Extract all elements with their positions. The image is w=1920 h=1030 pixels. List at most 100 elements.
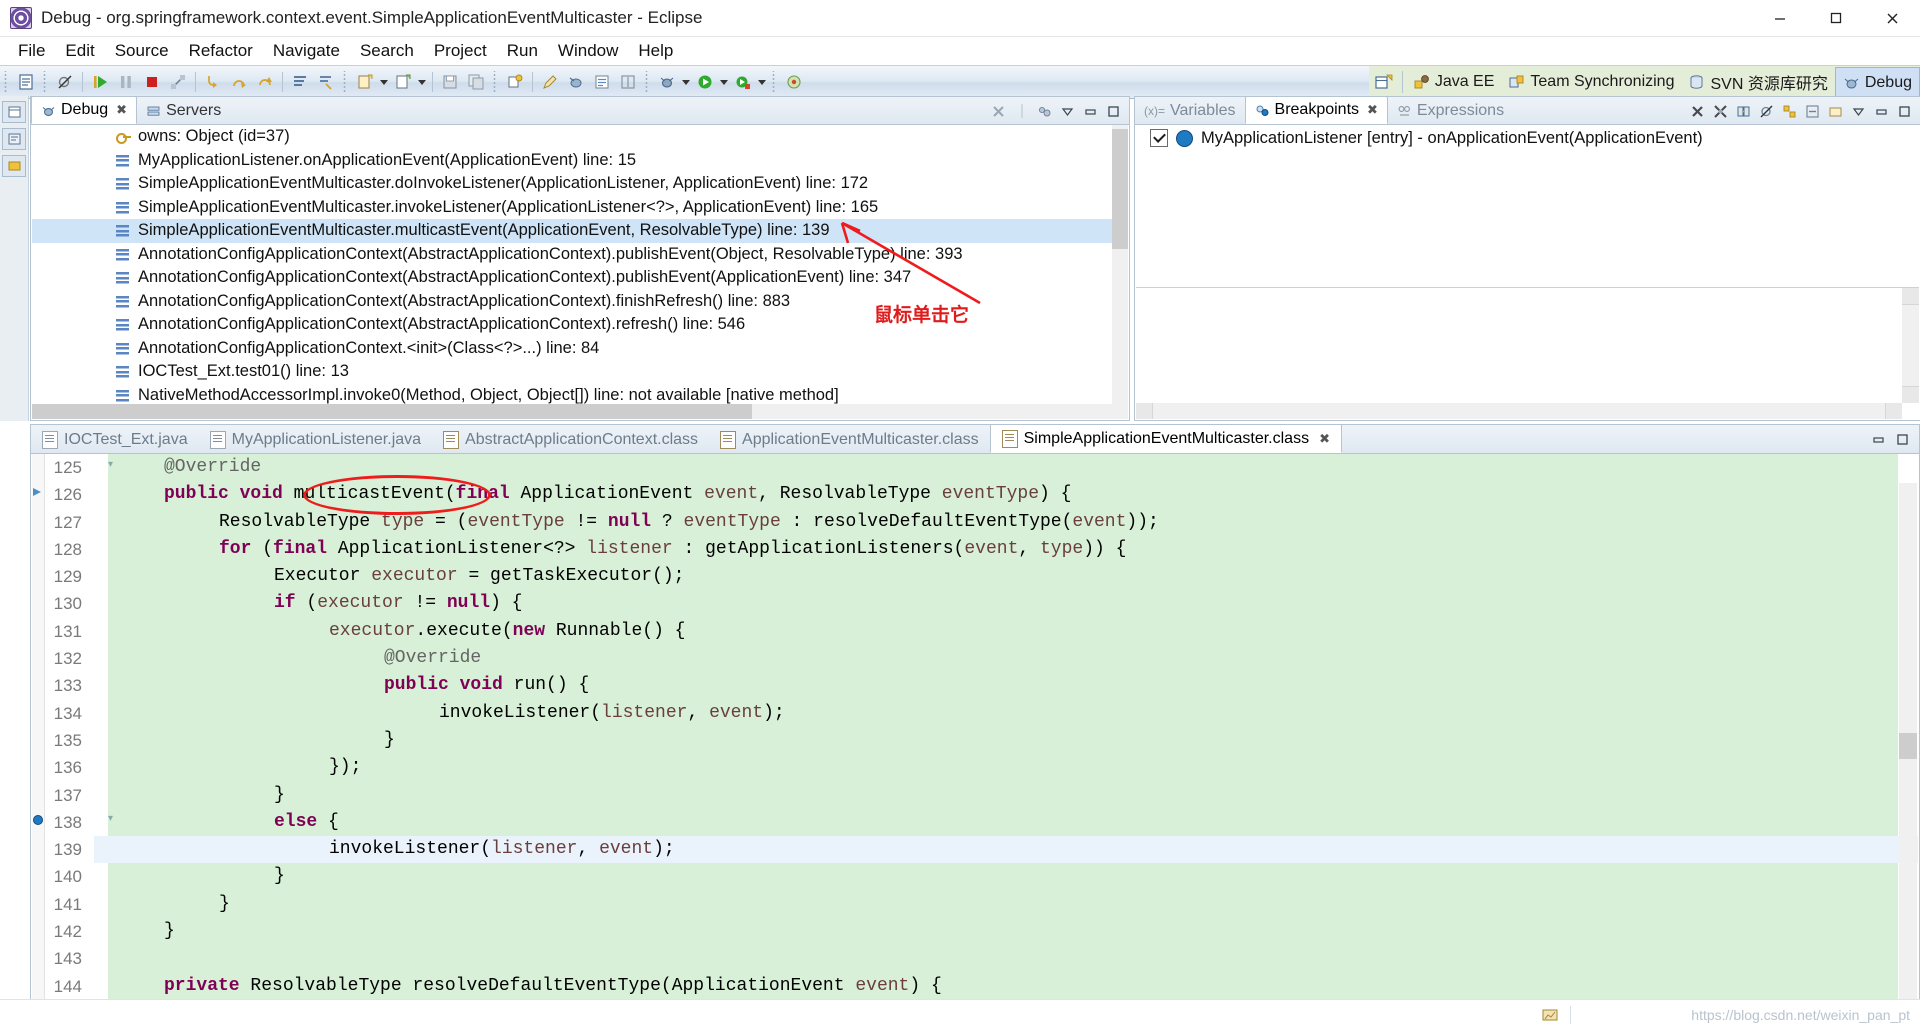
breakpoint-row[interactable]: MyApplicationListener [entry] - onApplic… [1136,125,1919,151]
menu-search[interactable]: Search [350,38,424,64]
toolbar-grip-4[interactable] [492,71,499,93]
new-java-project-dropdown[interactable] [378,70,390,94]
scroll-right-arrow[interactable] [1885,403,1902,419]
disconnect-icon[interactable] [165,70,191,94]
breakpoints-working-sets-icon[interactable] [1827,103,1844,120]
menu-navigate[interactable]: Navigate [263,38,350,64]
save-all-icon[interactable] [463,70,489,94]
fold-marker-125[interactable]: ▾ [108,459,116,470]
suspend-icon[interactable] [113,70,139,94]
tab-breakpoints[interactable]: Breakpoints ✖ [1244,96,1388,124]
terminate-icon[interactable] [139,70,165,94]
editor-tab-abstractapplicationcontext[interactable]: AbstractApplicationContext.class [432,426,709,453]
menu-refactor[interactable]: Refactor [179,38,263,64]
minimize-view-icon[interactable] [1082,103,1099,120]
restore-view-icon[interactable] [2,101,26,123]
resume-icon[interactable] [87,70,113,94]
minimize-button[interactable] [1752,0,1808,36]
scrollbar-thumb[interactable] [1112,129,1128,249]
menu-run[interactable]: Run [497,38,548,64]
toggle-mark-occurrences-icon[interactable] [589,70,615,94]
menu-source[interactable]: Source [105,38,179,64]
last-edit-location-icon[interactable] [502,70,528,94]
tab-debug[interactable]: Debug ✖ [31,96,138,124]
outline-view-icon[interactable] [2,128,26,150]
collapse-all-icon[interactable] [1804,103,1821,120]
debug-launch-dropdown[interactable] [680,70,692,94]
open-perspective-icon[interactable] [1369,67,1399,97]
scrollbar-thumb[interactable] [1899,733,1917,759]
editor-tab-close-icon[interactable]: ✖ [1319,431,1330,447]
link-with-debug-view-icon[interactable] [1735,103,1752,120]
stack-row-10[interactable]: IOCTest_Ext.test01() line: 13 [32,360,1128,384]
scroll-down-arrow[interactable] [1902,386,1919,403]
search-type-icon[interactable] [313,70,339,94]
new-java-project-icon[interactable] [352,70,378,94]
step-into-icon[interactable] [200,70,226,94]
tab-close-icon[interactable]: ✖ [116,102,127,118]
perspective-debug[interactable]: Debug [1834,67,1920,97]
minimize-view-icon[interactable] [1873,103,1890,120]
maximize-editor-icon[interactable] [1894,431,1911,448]
debug-view-horizontal-scrollbar[interactable] [32,404,1112,419]
package-explorer-icon[interactable] [2,155,26,177]
view-menu-icon[interactable] [1850,103,1867,120]
close-button[interactable] [1864,0,1920,36]
editor-vertical-scrollbar[interactable] [1899,483,1917,1009]
step-return-icon[interactable] [252,70,278,94]
menu-help[interactable]: Help [628,38,683,64]
run-external-dropdown[interactable] [756,70,768,94]
toolbar-grip-3[interactable] [342,71,349,93]
editor-tab-ioctest-ext[interactable]: IOCTest_Ext.java [31,426,199,453]
perspective-team-synchronizing[interactable]: Team Synchronizing [1501,67,1682,97]
remove-breakpoint-icon[interactable] [1689,103,1706,120]
step-over-icon[interactable] [226,70,252,94]
breakpoint-list[interactable]: MyApplicationListener [entry] - onApplic… [1136,125,1919,280]
remove-all-terminated-icon[interactable] [990,103,1007,120]
perspective-svn-repository[interactable]: SVN 资源库研究 [1681,67,1835,97]
editor-tab-applicationeventmulticaster[interactable]: ApplicationEventMulticaster.class [709,426,990,453]
stack-frame-list[interactable]: owns: Object (id=37) MyApplicationListen… [32,125,1128,419]
menu-edit[interactable]: Edit [55,38,104,64]
remove-all-breakpoints-icon[interactable] [1712,103,1729,120]
tab-variables[interactable]: (x)= Variables [1135,98,1245,124]
scrollbar-thumb[interactable] [32,404,752,419]
skip-all-breakpoints-icon[interactable] [1758,103,1775,120]
save-icon[interactable] [437,70,463,94]
block-selection-icon[interactable] [615,70,641,94]
tab-close-icon[interactable]: ✖ [1367,102,1378,118]
new-wizard-icon[interactable] [13,70,39,94]
maximize-button[interactable] [1808,0,1864,36]
toolbar-grip[interactable] [3,71,10,93]
tab-servers[interactable]: Servers [137,98,230,124]
profile-icon[interactable] [781,70,807,94]
stack-row-1[interactable]: MyApplicationListener.onApplicationEvent… [32,149,1128,173]
toolbar-grip-5[interactable] [644,71,651,93]
new-class-icon[interactable] [390,70,416,94]
stack-row-5[interactable]: AnnotationConfigApplicationContext(Abstr… [32,243,1128,267]
editor-tab-myapplicationlistener[interactable]: MyApplicationListener.java [199,426,432,453]
stack-row-3[interactable]: SimpleApplicationEventMulticaster.invoke… [32,196,1128,220]
breakpoint-checkbox[interactable] [1150,129,1168,147]
scroll-up-arrow[interactable] [1902,288,1919,305]
expand-all-icon[interactable] [1781,103,1798,120]
maximize-view-icon[interactable] [1105,103,1122,120]
skip-breakpoints-icon[interactable] [52,70,78,94]
menu-project[interactable]: Project [424,38,497,64]
tab-expressions[interactable]: Expressions [1388,98,1513,124]
debug-view-vertical-scrollbar[interactable] [1112,125,1128,419]
minimize-editor-icon[interactable] [1870,431,1887,448]
debug-tools-icon[interactable] [563,70,589,94]
fold-marker-133[interactable]: ▾ [108,813,116,824]
view-menu-icon[interactable] [1059,103,1076,120]
debug-launch-icon[interactable] [654,70,680,94]
stack-row-6[interactable]: AnnotationConfigApplicationContext(Abstr… [32,266,1128,290]
toolbar-grip-2[interactable] [42,71,49,93]
perspective-java-ee[interactable]: Java EE [1405,67,1502,97]
detail-horizontal-scrollbar[interactable] [1136,403,1902,419]
stack-row-2[interactable]: SimpleApplicationEventMulticaster.doInvo… [32,172,1128,196]
debug-view-bug-icon[interactable] [1036,103,1053,120]
run-external-tools-icon[interactable] [730,70,756,94]
stack-row-selected-multicastevent[interactable]: SimpleApplicationEventMulticaster.multic… [32,219,1128,243]
open-type-icon[interactable] [287,70,313,94]
